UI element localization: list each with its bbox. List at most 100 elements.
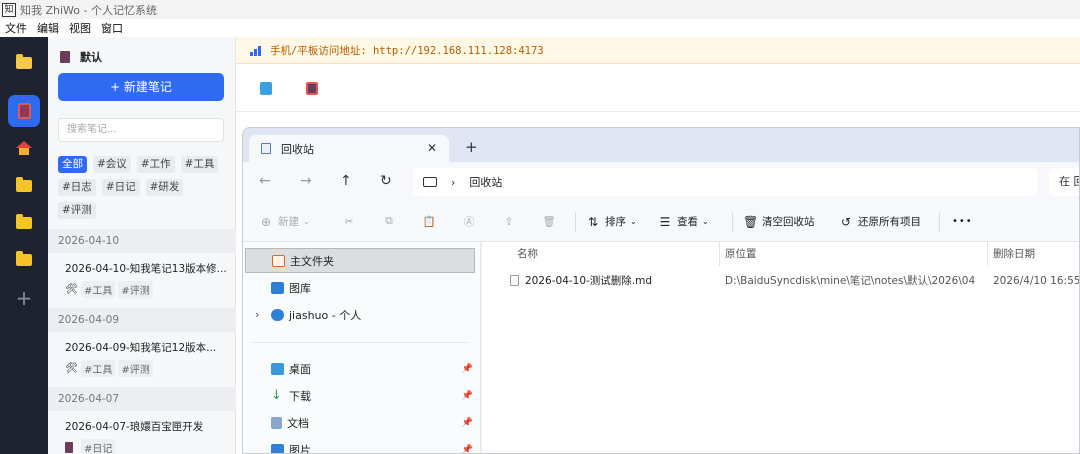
note-list-item[interactable]: 2026-04-09-知我笔记12版本... 🛠 #工具 #评测: [48, 332, 236, 386]
notebook-icon: [60, 51, 70, 63]
gallery-icon: [271, 281, 284, 294]
column-header-location[interactable]: 原位置: [720, 242, 988, 266]
nav-pictures-label: 图片: [289, 443, 311, 454]
note-search-input[interactable]: 搜索笔记...: [58, 118, 224, 142]
empty-recycle-bin-button[interactable]: 🗑 清空回收站: [743, 214, 831, 229]
back-arrow-icon[interactable]: ←: [259, 173, 271, 189]
file-explorer-window: 回收站 ✕ + ← → ↑ ↻ › 回收站 在 回 ⊕ 新建 ⌄ ✂ ⧉ 📋 Ⓐ…: [242, 127, 1080, 454]
explorer-tab-recycle-bin[interactable]: 回收站 ✕: [249, 135, 449, 162]
tag-meeting[interactable]: #会议: [93, 156, 131, 173]
pin-icon[interactable]: 📌: [462, 391, 473, 401]
note-tags: #日记: [65, 439, 118, 454]
nav-gallery[interactable]: 图库: [245, 275, 475, 300]
title-bar: 知 知我 ZhiWo - 个人记忆系统: [0, 0, 1080, 19]
nav-documents-label: 文档: [287, 416, 309, 430]
pin-icon[interactable]: 📌: [462, 364, 473, 374]
share-icon[interactable]: ⇪: [489, 216, 529, 228]
tab-label: 回收站: [281, 142, 314, 156]
tag-all[interactable]: 全部: [58, 156, 87, 173]
date-group-header: 2026-04-10: [48, 229, 236, 253]
cut-icon[interactable]: ✂: [329, 216, 369, 228]
tag-log[interactable]: #日志: [58, 179, 96, 196]
pin-icon[interactable]: 📌: [462, 445, 473, 454]
signal-icon: [250, 45, 262, 56]
note-list-item[interactable]: 2026-04-07-琅嬛百宝匣开发 #日记: [48, 411, 236, 454]
nav-desktop[interactable]: 桌面 📌: [245, 356, 475, 381]
new-plus-icon: ⊕: [260, 214, 272, 229]
tag-work[interactable]: #工作: [136, 156, 175, 173]
tools-icon: 🛠: [65, 283, 78, 295]
menu-bar: 文件 编辑 视图 窗口: [0, 19, 1080, 37]
note-tag: #工具: [81, 360, 116, 377]
chevron-down-icon: ⌄: [630, 217, 637, 226]
note-title: 2026-04-09-知我笔记12版本...: [65, 342, 217, 354]
note-list-item[interactable]: 2026-04-10-知我笔记13版本修... 🛠 #工具 #评测: [48, 253, 236, 307]
menu-window[interactable]: 窗口: [101, 20, 123, 36]
sync-icon[interactable]: [260, 82, 272, 95]
refresh-icon[interactable]: ↻: [380, 173, 392, 189]
nav-onedrive[interactable]: › jiashuo - 个人: [245, 302, 475, 327]
column-header-deleted[interactable]: 删除日期: [988, 242, 1079, 266]
rail-folder-1-button[interactable]: [8, 170, 40, 202]
divider: [253, 342, 469, 343]
rename-icon[interactable]: Ⓐ: [449, 214, 489, 229]
nav-downloads[interactable]: ↓ 下载 📌: [245, 383, 475, 408]
rail-notes-button[interactable]: [8, 47, 40, 79]
close-icon[interactable]: ✕: [427, 141, 437, 155]
explorer-search-input[interactable]: 在 回: [1049, 168, 1079, 196]
file-deleted-cell: 2026/4/10 16:55: [993, 275, 1080, 287]
restore-all-button[interactable]: ↺ 还原所有项目: [839, 214, 939, 229]
column-header-name[interactable]: 名称: [512, 242, 720, 266]
view-icon: ☰: [659, 214, 671, 229]
document-icon: [271, 416, 282, 429]
tag-rnd[interactable]: #研发: [145, 179, 184, 196]
notebook-icon: [65, 442, 73, 453]
new-note-button[interactable]: + 新建笔记: [58, 73, 224, 101]
tag-tools[interactable]: #工具: [180, 156, 219, 173]
nav-home[interactable]: 主文件夹: [245, 248, 475, 273]
copy-icon[interactable]: ⧉: [369, 215, 409, 228]
empty-label: 清空回收站: [762, 216, 815, 228]
note-list-sidebar: 默认 + 新建笔记 搜索笔记... 全部 #会议 #工作 #工具 #日志 #日记…: [48, 37, 236, 454]
pictures-icon: [271, 443, 284, 453]
paste-icon[interactable]: 📋: [409, 215, 449, 228]
up-arrow-icon[interactable]: ↑: [340, 173, 352, 189]
tag-diary[interactable]: #日记: [101, 179, 140, 196]
menu-view[interactable]: 视图: [69, 20, 91, 36]
pin-icon[interactable]: 📌: [462, 418, 473, 428]
new-tab-button[interactable]: +: [465, 138, 478, 156]
note-tag: #日记: [81, 439, 116, 454]
menu-edit[interactable]: 编辑: [37, 20, 59, 36]
date-group-header: 2026-04-07: [48, 387, 236, 411]
forward-arrow-icon[interactable]: →: [300, 173, 312, 189]
address-bar[interactable]: › 回收站: [413, 168, 1038, 196]
breadcrumb-recycle-bin[interactable]: 回收站: [469, 174, 502, 190]
file-row[interactable]: 2026-04-10-测试删除.md D:\BaiduSyncdisk\mine…: [482, 268, 1080, 294]
new-button[interactable]: ⊕ 新建 ⌄: [259, 214, 329, 229]
view-button[interactable]: ☰ 查看 ⌄: [658, 214, 728, 229]
rail-home-button[interactable]: [8, 132, 40, 164]
notebook-icon[interactable]: [306, 82, 318, 95]
note-tags: 🛠 #工具 #评测: [65, 281, 156, 298]
file-location-cell: D:\BaiduSyncdisk\mine\笔记\notes\默认\2026\0…: [725, 275, 976, 287]
nav-pictures[interactable]: 图片 📌: [245, 437, 475, 454]
divider: [939, 211, 940, 232]
file-list-pane: 名称 原位置 删除日期 2026-04-10-测试删除.md D:\BaiduS…: [482, 242, 1080, 453]
nav-home-label: 主文件夹: [290, 254, 334, 268]
sort-button[interactable]: ⇅ 排序 ⌄: [586, 214, 650, 229]
home-icon: [272, 254, 285, 267]
rail-notebook-button[interactable]: [8, 95, 40, 127]
tag-review[interactable]: #评测: [58, 202, 96, 219]
recycle-bin-icon: [261, 143, 271, 154]
delete-icon[interactable]: 🗑: [529, 215, 569, 228]
rail-folder-2-button[interactable]: [8, 207, 40, 239]
note-title: 2026-04-10-知我笔记13版本修...: [65, 263, 227, 275]
rail-add-button[interactable]: +: [8, 282, 40, 314]
editor-toolbar: [236, 64, 1080, 112]
nav-cloud-label: jiashuo - 个人: [289, 308, 362, 322]
note-tag: #评测: [118, 360, 153, 377]
menu-file[interactable]: 文件: [5, 20, 27, 36]
nav-documents[interactable]: 文档 📌: [245, 410, 475, 435]
more-options-icon[interactable]: •••: [952, 216, 973, 227]
rail-folder-3-button[interactable]: [8, 244, 40, 276]
